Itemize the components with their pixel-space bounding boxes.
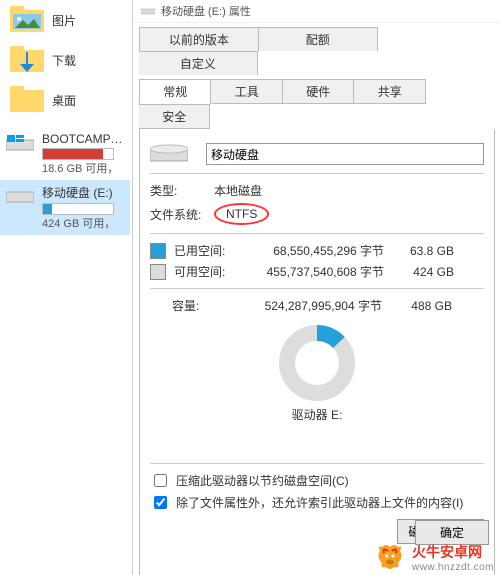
capacity-bytes: 524,287,995,904 字节 <box>232 297 382 314</box>
folder-label: 图片 <box>52 12 76 29</box>
tab-hardware[interactable]: 硬件 <box>283 79 354 104</box>
watermark-url: www.hnzzdt.com <box>412 562 494 573</box>
tab-sharing[interactable]: 共享 <box>354 79 425 104</box>
index-checkbox[interactable] <box>154 496 167 509</box>
space-bar <box>42 148 114 160</box>
type-value: 本地磁盘 <box>214 182 484 199</box>
folder-label: 下载 <box>52 52 76 69</box>
drive-letter-label: 驱动器 E: <box>150 406 484 423</box>
tab-row-bottom: 常规 工具 硬件 共享 安全 <box>139 79 495 129</box>
used-human: 63.8 GB <box>394 244 454 258</box>
compress-label: 压缩此驱动器以节约磁盘空间(C) <box>176 472 349 489</box>
filesystem-label: 文件系统: <box>150 206 214 223</box>
tab-previous-versions[interactable]: 以前的版本 <box>139 27 259 51</box>
folder-label: 桌面 <box>52 92 76 109</box>
explorer-sidebar: 图片 下载 桌面 BOOTCAMP (C:) 18.6 GB 可用， 移 <box>0 0 130 575</box>
dialog-titlebar: 移动硬盘 (E:) 属性 <box>133 0 500 23</box>
drive-sub: 424 GB 可用， <box>42 215 124 231</box>
usage-donut <box>150 324 484 402</box>
drive-removable[interactable]: 移动硬盘 (E:) 424 GB 可用， <box>0 180 130 235</box>
bull-logo-icon <box>374 541 406 573</box>
drive-bootcamp[interactable]: BOOTCAMP (C:) 18.6 GB 可用， <box>0 128 130 180</box>
drive-icon <box>6 186 34 206</box>
capacity-label: 容量: <box>172 297 232 314</box>
used-swatch <box>150 243 166 259</box>
dialog-title: 移动硬盘 (E:) 属性 <box>161 3 251 19</box>
tab-general[interactable]: 常规 <box>139 79 211 104</box>
tab-quota[interactable]: 配额 <box>259 27 378 51</box>
compress-checkbox[interactable] <box>154 474 167 487</box>
free-human: 424 GB <box>394 265 454 279</box>
drive-sub: 18.6 GB 可用， <box>42 160 124 176</box>
drive-name: 移动硬盘 (E:) <box>42 184 124 201</box>
tab-security[interactable]: 安全 <box>139 104 210 129</box>
desktop-folder-icon <box>10 86 44 114</box>
capacity-human: 488 GB <box>392 299 452 313</box>
free-label: 可用空间: <box>174 263 234 280</box>
general-pane: 类型: 本地磁盘 文件系统: NTFS 已用空间: 68,550,455,296… <box>139 129 495 575</box>
type-label: 类型: <box>150 182 214 199</box>
properties-dialog: 移动硬盘 (E:) 属性 以前的版本 配额 自定义 常规 工具 硬件 共享 安全… <box>132 0 500 575</box>
used-label: 已用空间: <box>174 242 234 259</box>
tab-customize[interactable]: 自定义 <box>139 51 258 75</box>
folder-downloads[interactable]: 下载 <box>0 40 130 80</box>
drive-name: BOOTCAMP (C:) <box>42 132 124 146</box>
pictures-folder-icon <box>10 6 44 34</box>
volume-name-input[interactable] <box>206 143 484 165</box>
tab-row-top: 以前的版本 配额 自定义 <box>139 27 495 75</box>
compress-checkbox-row[interactable]: 压缩此驱动器以节约磁盘空间(C) <box>150 472 484 490</box>
filesystem-value: NTFS <box>214 203 269 225</box>
folder-pictures[interactable]: 图片 <box>0 0 130 40</box>
downloads-folder-icon <box>10 46 44 74</box>
folder-desktop[interactable]: 桌面 <box>0 80 130 120</box>
drive-icon <box>6 134 34 154</box>
used-bytes: 68,550,455,296 字节 <box>234 242 384 259</box>
index-label: 除了文件属性外，还允许索引此驱动器上文件的内容(I) <box>176 494 463 511</box>
watermark-text: 火牛安卓网 <box>412 544 482 560</box>
free-swatch <box>150 264 166 280</box>
index-checkbox-row[interactable]: 除了文件属性外，还允许索引此驱动器上文件的内容(I) <box>150 494 484 512</box>
watermark: 火牛安卓网 www.hnzzdt.com <box>374 541 494 573</box>
space-bar <box>42 203 114 215</box>
free-bytes: 455,737,540,608 字节 <box>234 263 384 280</box>
disk-icon <box>150 143 188 165</box>
drive-icon <box>141 5 155 17</box>
tab-tools[interactable]: 工具 <box>211 79 282 104</box>
